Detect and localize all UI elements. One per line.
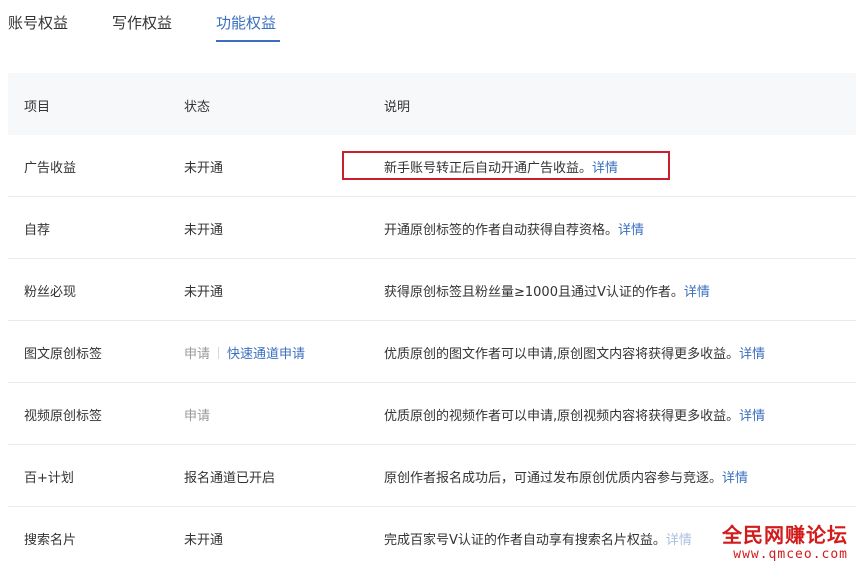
tab-writing-rights[interactable]: 写作权益 bbox=[112, 12, 172, 33]
row-item: 广告收益 bbox=[24, 161, 77, 176]
watermark-url: www.qmceo.com bbox=[733, 547, 848, 562]
fast-track-apply-link[interactable]: 快速通道申请 bbox=[227, 347, 305, 362]
row-item: 视频原创标签 bbox=[24, 409, 103, 424]
description-text: 完成百家号V认证的作者自动享有搜索名片权益。 bbox=[384, 533, 666, 548]
details-link[interactable]: 详情 bbox=[592, 161, 618, 176]
apply-button[interactable]: 申请 bbox=[184, 347, 210, 362]
details-link[interactable]: 详情 bbox=[618, 223, 644, 238]
details-link[interactable]: 详情 bbox=[739, 409, 765, 424]
table-row: 自荐 未开通 开通原创标签的作者自动获得自荐资格。详情 bbox=[8, 197, 856, 259]
details-link[interactable]: 详情 bbox=[684, 285, 710, 300]
row-description: 新手账号转正后自动开通广告收益。详情 bbox=[384, 157, 618, 176]
row-description: 获得原创标签且粉丝量≥1000且通过V认证的作者。详情 bbox=[384, 281, 710, 300]
description-text: 新手账号转正后自动开通广告收益。 bbox=[384, 161, 593, 176]
description-text: 原创作者报名成功后，可通过发布原创优质内容参与竞逐。 bbox=[384, 471, 723, 486]
details-link[interactable]: 详情 bbox=[739, 347, 765, 362]
header-status: 状态 bbox=[184, 100, 211, 115]
tab-account-rights[interactable]: 账号权益 bbox=[8, 12, 68, 33]
watermark-title: 全民网赚论坛 bbox=[722, 523, 848, 547]
table-header: 项目 状态 说明 bbox=[8, 73, 856, 135]
table-row: 粉丝必现 未开通 获得原创标签且粉丝量≥1000且通过V认证的作者。详情 bbox=[8, 259, 856, 321]
status-divider bbox=[218, 347, 220, 359]
description-text: 开通原创标签的作者自动获得自荐资格。 bbox=[384, 223, 619, 238]
tab-feature-rights[interactable]: 功能权益 bbox=[216, 12, 276, 33]
row-description: 开通原创标签的作者自动获得自荐资格。详情 bbox=[384, 219, 644, 238]
tab-bar: 账号权益 写作权益 功能权益 bbox=[0, 0, 856, 50]
details-link[interactable]: 详情 bbox=[722, 471, 748, 486]
row-description: 优质原创的图文作者可以申请,原创图文内容将获得更多收益。详情 bbox=[384, 343, 765, 362]
table-row: 图文原创标签 申请 快速通道申请 优质原创的图文作者可以申请,原创图文内容将获得更… bbox=[8, 321, 856, 383]
row-description: 优质原创的视频作者可以申请,原创视频内容将获得更多收益。详情 bbox=[384, 405, 765, 424]
table-row: 广告收益 未开通 新手账号转正后自动开通广告收益。详情 bbox=[8, 135, 856, 197]
row-item: 粉丝必现 bbox=[24, 285, 77, 300]
row-item: 百+计划 bbox=[24, 471, 74, 486]
row-status: 未开通 bbox=[184, 285, 224, 300]
details-link[interactable]: 详情 bbox=[666, 533, 692, 548]
table-row: 百+计划 报名通道已开启 原创作者报名成功后，可通过发布原创优质内容参与竞逐。详… bbox=[8, 445, 856, 507]
row-item: 图文原创标签 bbox=[24, 347, 103, 362]
row-item: 自荐 bbox=[24, 223, 51, 238]
apply-button[interactable]: 申请 bbox=[184, 405, 210, 424]
row-item: 搜索名片 bbox=[24, 533, 77, 548]
rights-table: 项目 状态 说明 广告收益 未开通 新手账号转正后自动开通广告收益。详情 自荐 … bbox=[8, 73, 856, 569]
row-description: 完成百家号V认证的作者自动享有搜索名片权益。详情 bbox=[384, 529, 692, 548]
header-description: 说明 bbox=[384, 100, 411, 115]
row-status: 申请 快速通道申请 bbox=[184, 343, 305, 362]
row-status: 未开通 bbox=[184, 533, 224, 548]
row-description: 原创作者报名成功后，可通过发布原创优质内容参与竞逐。详情 bbox=[384, 467, 748, 486]
watermark: 全民网赚论坛 www.qmceo.com bbox=[722, 525, 848, 561]
description-text: 优质原创的视频作者可以申请,原创视频内容将获得更多收益。 bbox=[384, 409, 740, 424]
description-text: 优质原创的图文作者可以申请,原创图文内容将获得更多收益。 bbox=[384, 347, 740, 362]
active-tab-indicator bbox=[216, 40, 280, 42]
description-text: 获得原创标签且粉丝量≥1000且通过V认证的作者。 bbox=[384, 285, 684, 300]
table-row: 视频原创标签 申请 优质原创的视频作者可以申请,原创视频内容将获得更多收益。详情 bbox=[8, 383, 856, 445]
row-status: 报名通道已开启 bbox=[184, 471, 276, 486]
row-status: 未开通 bbox=[184, 223, 224, 238]
row-status: 未开通 bbox=[184, 161, 224, 176]
header-item: 项目 bbox=[24, 100, 51, 115]
